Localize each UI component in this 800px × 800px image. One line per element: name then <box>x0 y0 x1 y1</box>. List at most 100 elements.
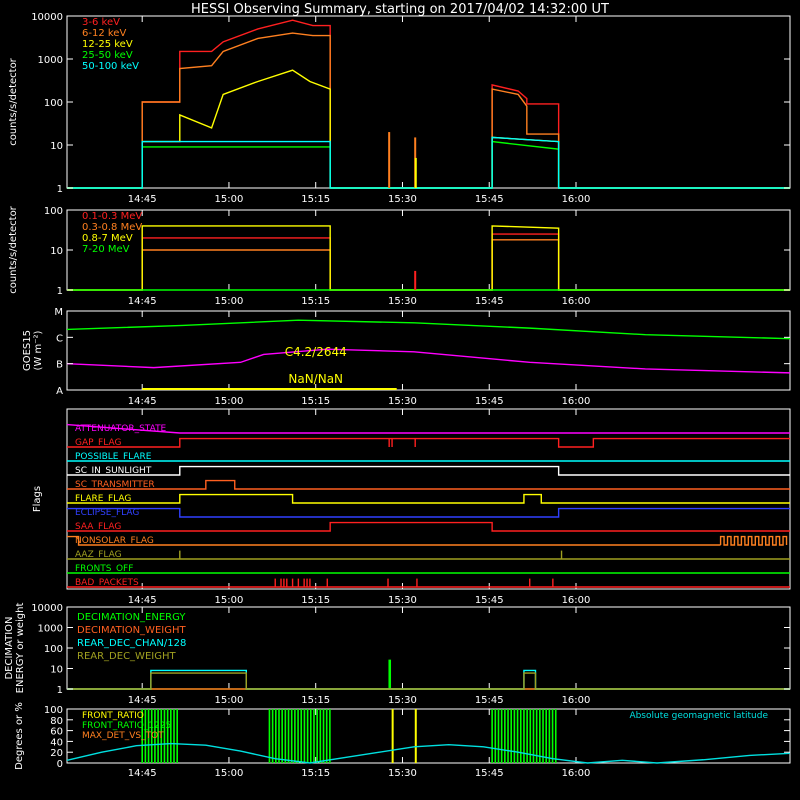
y-tick-label: 40 <box>50 737 63 748</box>
legend-entry: 0.3-0.8 MeV <box>82 222 142 233</box>
x-tick-label: 15:30 <box>388 296 417 307</box>
series-line <box>67 32 790 189</box>
y-tick-label: 100 <box>44 206 63 217</box>
chart-title: HESSI Observing Summary, starting on 201… <box>191 2 609 17</box>
legend-entry: DECIMATION_WEIGHT <box>77 625 186 636</box>
series-line <box>67 239 790 291</box>
y-tick-label: 100 <box>44 705 63 716</box>
flag-line <box>67 437 790 448</box>
x-tick-label: 15:45 <box>475 695 504 706</box>
legend-entry: 0.1-0.3 MeV <box>82 211 142 222</box>
y-tick-label: M <box>54 307 63 318</box>
y-tick-label: 1 <box>57 685 63 696</box>
y-tick-label: 1 <box>57 286 63 297</box>
flag-label: SC_TRANSMITTER <box>75 480 155 490</box>
y-tick-label: 1000 <box>38 624 63 635</box>
flag-line <box>67 479 790 490</box>
x-tick-label: 15:00 <box>215 396 244 407</box>
x-tick-label: 15:00 <box>215 695 244 706</box>
flag-line <box>67 507 790 518</box>
x-tick-label: 16:00 <box>562 695 591 706</box>
y-tick-label: 10 <box>50 246 63 257</box>
y-axis-label-2: ENERGY or weight <box>15 603 26 694</box>
flag-line <box>66 423 790 434</box>
y-tick-label: 60 <box>50 727 63 738</box>
x-tick-label: 14:45 <box>128 194 157 205</box>
x-tick-label: 16:00 <box>562 194 591 205</box>
series-line <box>67 19 790 189</box>
series-line <box>67 140 790 189</box>
legend-entry: 25-50 keV <box>82 50 133 61</box>
legend-entry: 3-6 keV <box>82 17 120 28</box>
y-tick-label: B <box>56 360 63 371</box>
flag-label: AAZ_FLAG <box>75 550 122 560</box>
y-axis-label: counts/s/detector <box>8 57 19 145</box>
series-line <box>67 225 790 291</box>
flag-label: BAD_PACKETS <box>75 578 139 588</box>
flag-label: POSSIBLE_FLARE <box>75 452 152 462</box>
flag-label: GAP_FLAG <box>75 438 121 448</box>
x-tick-label: 15:30 <box>388 595 417 606</box>
x-tick-label: 15:45 <box>475 768 504 779</box>
x-tick-label: 16:00 <box>562 296 591 307</box>
series-line <box>67 659 790 690</box>
legend-entry: REAR_DEC_CHAN/128 <box>77 638 186 649</box>
series-line <box>66 742 791 764</box>
x-tick-label: 14:45 <box>128 595 157 606</box>
goes-annotation: NaN/NaN <box>288 372 343 386</box>
x-tick-label: 16:00 <box>562 595 591 606</box>
y-axis-label-2: (W m⁻²) <box>33 330 44 370</box>
x-tick-label: 15:45 <box>475 194 504 205</box>
x-tick-label: 14:45 <box>128 768 157 779</box>
x-tick-label: 15:15 <box>301 296 330 307</box>
y-tick-label: 1000 <box>38 55 63 66</box>
x-tick-label: 14:45 <box>128 396 157 407</box>
x-tick-label: 15:00 <box>215 768 244 779</box>
y-axis-label: GOES15 <box>22 330 33 371</box>
y-tick-label: 0 <box>57 759 63 770</box>
legend-entry: FRONT_RATIO <box>82 711 144 721</box>
y-tick-label: 10 <box>50 141 63 152</box>
y-tick-label: 100 <box>44 644 63 655</box>
series-line <box>66 348 791 374</box>
legend-entry: 6-12 keV <box>82 28 126 39</box>
x-tick-label: 15:15 <box>301 695 330 706</box>
x-tick-label: 15:30 <box>388 768 417 779</box>
legend-entry: Absolute geomagnetic latitude <box>629 711 768 721</box>
legend-entry: REAR_DEC_WEIGHT <box>77 651 176 662</box>
flag-label: FLARE_FLAG <box>75 494 131 504</box>
y-axis-label: DECIMATION <box>4 616 15 679</box>
x-tick-label: 14:45 <box>128 296 157 307</box>
y-tick-label: 80 <box>50 716 63 727</box>
x-tick-label: 15:45 <box>475 595 504 606</box>
x-tick-label: 15:15 <box>301 194 330 205</box>
series-line <box>67 69 790 189</box>
legend-entry: 50-100 keV <box>82 61 139 72</box>
flag-line <box>67 535 721 546</box>
x-tick-label: 15:45 <box>475 396 504 407</box>
y-axis-label: Flags <box>32 486 43 512</box>
legend-entry: 0.8-7 MeV <box>82 233 133 244</box>
hessi-summary-chart: HESSI Observing Summary, starting on 201… <box>4 2 791 779</box>
x-tick-label: 15:30 <box>388 695 417 706</box>
x-tick-label: 16:00 <box>562 768 591 779</box>
goes-annotation: C4.2/2644 <box>285 345 347 359</box>
flag-line <box>67 521 790 532</box>
x-tick-label: 15:15 <box>301 595 330 606</box>
series-line <box>66 319 791 340</box>
x-tick-label: 15:45 <box>475 296 504 307</box>
flag-label: ATTENUATOR_STATE <box>75 424 167 434</box>
x-tick-label: 15:00 <box>215 595 244 606</box>
flag-label: NONSOLAR_FLAG <box>75 536 154 546</box>
x-tick-label: 14:45 <box>128 695 157 706</box>
series-line <box>67 136 790 189</box>
x-tick-label: 15:00 <box>215 194 244 205</box>
flag-label: FRONTS_OFF <box>75 564 133 574</box>
x-tick-label: 15:15 <box>301 768 330 779</box>
y-tick-label: A <box>56 386 63 397</box>
flag-line <box>67 493 790 504</box>
flag-line <box>719 535 788 546</box>
legend-entry: 7-20 MeV <box>82 244 130 255</box>
legend-entry: 12-25 keV <box>82 39 133 50</box>
legend-entry: FRONT_RATIO_1225 <box>82 721 171 731</box>
